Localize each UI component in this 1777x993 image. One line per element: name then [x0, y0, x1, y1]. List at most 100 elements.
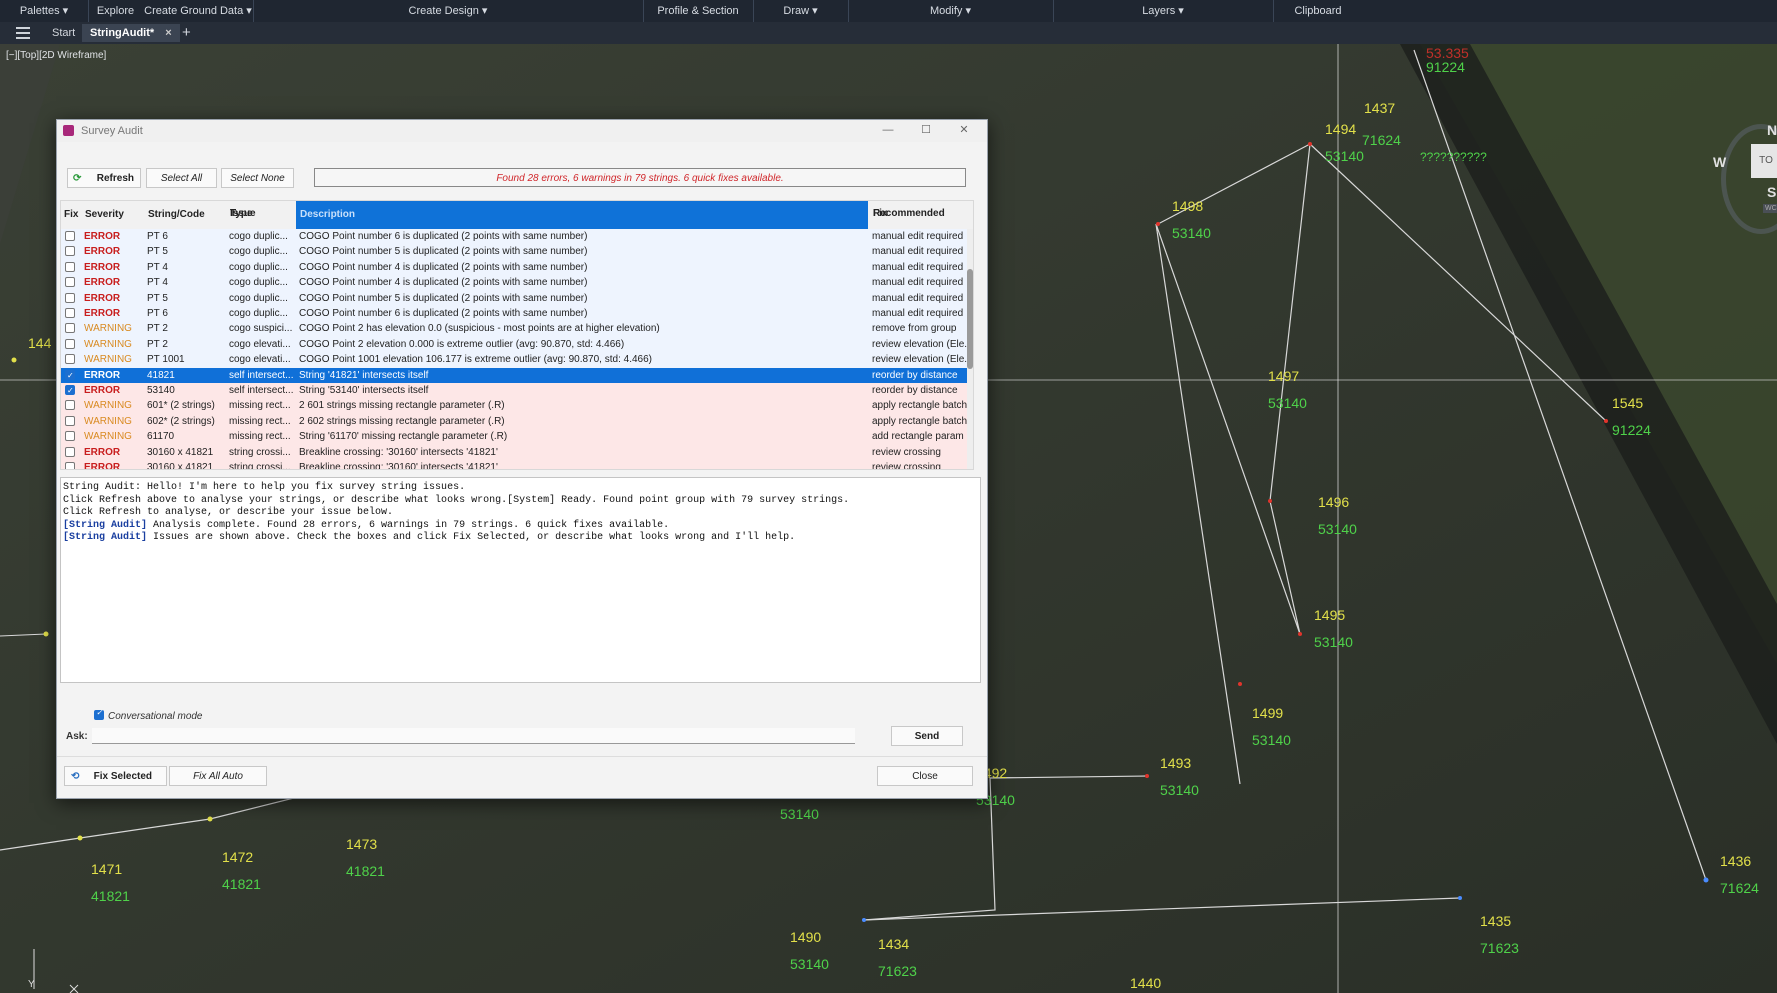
ucs-icon [33, 949, 79, 993]
window-close-button[interactable]: ✕ [957, 123, 971, 137]
row-fix-checkbox[interactable] [65, 431, 75, 442]
row-description: COGO Point 2 has elevation 0.0 (suspicio… [299, 323, 660, 335]
table-row[interactable]: ERROR PT 5 cogo duplic... COGO Point number… [61, 244, 967, 260]
table-row[interactable]: WARNING 61170 missing rect... String '61170… [61, 429, 967, 445]
audit-status-message: Found 28 errors, 6 warnings in 79 string… [314, 168, 966, 187]
log-line: Click Refresh to analyse, or describe yo… [63, 507, 978, 520]
row-fix-checkbox[interactable] [65, 368, 75, 383]
dialog-titlebar[interactable]: Survey Audit — ☐ ✕ [57, 120, 987, 142]
table-row[interactable]: ERROR 30160 x 41821 string crossi... Breakl… [61, 444, 967, 460]
table-row[interactable]: WARNING 602* (2 strings) missing rect... 2 … [61, 413, 967, 430]
table-row[interactable]: WARNING 601* (2 strings) missing rect... 2 … [61, 398, 967, 414]
row-fix-checkbox[interactable] [65, 354, 75, 365]
row-issue-type: cogo suspici... [229, 323, 293, 335]
footer-divider [57, 756, 987, 757]
viewcube-top-face[interactable]: TO [1751, 144, 1777, 178]
row-description: String '61170' missing rectangle paramet… [299, 431, 508, 443]
row-fix-checkbox[interactable] [65, 277, 75, 288]
send-button[interactable]: Send [891, 726, 963, 746]
row-fix-checkbox[interactable] [65, 261, 75, 272]
row-recommended-fix: manual edit required [872, 246, 964, 258]
row-fix-checkbox[interactable] [65, 292, 75, 303]
row-issue-type: cogo duplic... [229, 261, 288, 273]
row-recommended-fix: manual edit required [872, 308, 964, 319]
menu-icon[interactable] [16, 27, 30, 42]
fix-all-auto-button[interactable]: Fix All Auto [169, 766, 267, 786]
ribbon-group-palettes[interactable]: Palettes ▾ [0, 0, 89, 22]
row-fix-checkbox[interactable] [65, 231, 75, 241]
row-fix-checkbox[interactable] [65, 462, 75, 469]
col-fix[interactable]: Fix [64, 209, 78, 220]
close-button[interactable]: Close [877, 766, 973, 786]
row-fix-checkbox[interactable] [65, 338, 75, 349]
select-none-button[interactable]: Select None [221, 168, 294, 188]
point-label-1471: 1471 41821 [91, 861, 130, 904]
table-scroll-thumb[interactable] [967, 269, 973, 369]
ribbon-group-explore[interactable]: Explore [88, 0, 143, 22]
row-fix-checkbox[interactable] [65, 415, 75, 426]
ribbon-group-layers[interactable]: Layers ▾ [1053, 0, 1274, 22]
row-issue-type: missing rect... [229, 415, 291, 427]
row-fix-checkbox[interactable] [65, 308, 75, 318]
row-severity: ERROR [84, 292, 121, 304]
table-row[interactable]: ERROR 41821 self intersect... String '41821… [61, 367, 967, 383]
compass-n: N [1767, 122, 1777, 138]
maximize-button[interactable]: ☐ [919, 123, 933, 137]
col-severity[interactable]: Severity [85, 209, 124, 220]
ribbon-group-create-ground-data[interactable]: Create Ground Data ▾ [143, 0, 254, 22]
table-row[interactable]: ERROR PT 5 cogo duplic... COGO Point number… [61, 290, 967, 306]
table-row[interactable]: WARNING PT 1001 cogo elevati... COGO Point … [61, 352, 967, 368]
refresh-button[interactable]: ⟳ Refresh [67, 168, 141, 188]
table-row[interactable]: ERROR 53140 self intersect... String '53140… [61, 383, 967, 398]
tab-stringaudit[interactable]: StringAudit* × [82, 24, 180, 42]
table-row[interactable]: WARNING PT 2 cogo suspici... COGO Point 2 h… [61, 321, 967, 337]
fix-selected-button[interactable]: ⟲ Fix Selected [64, 766, 167, 786]
row-description: String '41821' intersects itself [299, 369, 429, 381]
row-fix-checkbox[interactable] [65, 446, 75, 457]
conversational-mode-checkbox[interactable] [94, 708, 104, 720]
ribbon-group-clipboard[interactable]: Clipboard [1273, 0, 1363, 22]
table-row[interactable]: WARNING PT 2 cogo elevati... COGO Point 2 e… [61, 336, 967, 353]
row-code: PT 5 [147, 292, 168, 304]
viewcube[interactable]: TO W N S WCS [1707, 122, 1777, 234]
ribbon-group-draw[interactable]: Draw ▾ [753, 0, 849, 22]
row-recommended-fix: add rectangle param [872, 431, 964, 443]
ribbon-group-profile-section[interactable]: Profile & Section Views [643, 0, 754, 39]
row-fix-checkbox[interactable] [65, 323, 75, 334]
minimize-button[interactable]: — [881, 123, 895, 137]
point-label-53140-b: 53140 [780, 806, 819, 822]
ask-input[interactable] [92, 728, 855, 744]
table-row[interactable]: ERROR PT 4 cogo duplic... COGO Point number… [61, 259, 967, 276]
add-tab-icon[interactable]: + [174, 24, 199, 42]
row-fix-checkbox[interactable] [65, 383, 75, 398]
tab-start[interactable]: Start [44, 24, 83, 42]
row-fix-checkbox[interactable] [65, 246, 75, 257]
point-label-1434: 1434 71623 [878, 936, 917, 979]
ribbon-group-modify[interactable]: Modify ▾ [848, 0, 1054, 22]
close-tab-icon[interactable]: × [165, 27, 171, 39]
row-recommended-fix: reorder by distance [872, 385, 958, 396]
row-fix-checkbox[interactable] [65, 400, 75, 411]
table-scrollbar[interactable] [967, 229, 973, 469]
row-severity: ERROR [84, 277, 121, 289]
col-description[interactable]: Description [296, 201, 868, 229]
conversational-mode-toggle[interactable]: Conversational mode [94, 708, 203, 722]
row-severity: WARNING [84, 323, 132, 335]
log-tag: [String Audit] [63, 519, 148, 531]
select-all-button[interactable]: Select All [146, 168, 217, 188]
ribbon-group-create-design[interactable]: Create Design ▾ [253, 0, 644, 22]
table-row[interactable]: ERROR PT 6 cogo duplic... COGO Point number… [61, 306, 967, 322]
table-row[interactable]: ERROR PT 6 cogo duplic... COGO Point number… [61, 229, 967, 245]
row-severity: WARNING [84, 415, 132, 427]
table-row[interactable]: ERROR PT 4 cogo duplic... COGO Point number… [61, 275, 967, 291]
row-recommended-fix: manual edit required [872, 292, 964, 304]
row-severity: ERROR [84, 308, 121, 319]
row-issue-type: self intersect... [229, 385, 293, 396]
row-description: COGO Point number 6 is duplicated (2 poi… [299, 308, 588, 319]
table-row[interactable]: ERROR 30160 x 41821 string crossi... Breakl… [61, 460, 967, 469]
viewport-controls-label[interactable]: [−][Top][2D Wireframe] [6, 50, 106, 61]
point-label-1472: 1472 41821 [222, 849, 261, 892]
col-code[interactable]: String/Code [148, 209, 205, 220]
wcs-badge[interactable]: WCS [1763, 204, 1777, 213]
row-description: COGO Point number 4 is duplicated (2 poi… [299, 261, 588, 273]
